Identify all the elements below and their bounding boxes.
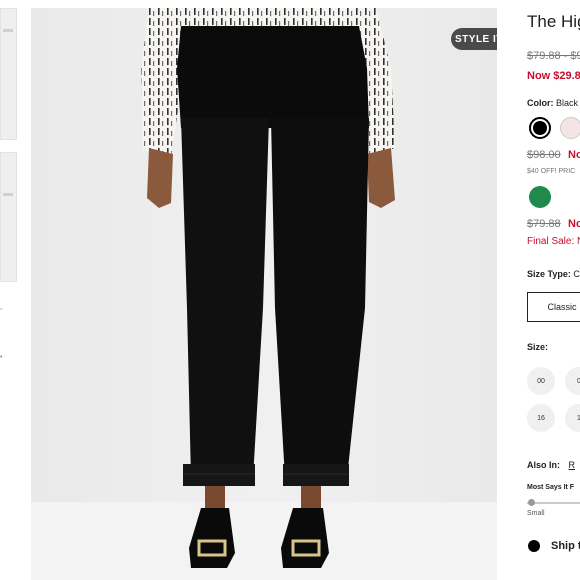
size-type-label: Size Type: xyxy=(527,269,571,279)
swatch-black[interactable] xyxy=(529,117,551,139)
ship-label: Ship t xyxy=(551,540,580,552)
size-type-button-label: Classic xyxy=(547,302,577,312)
price-original: $79.88 - $9 xyxy=(527,50,580,62)
size-option[interactable]: 16 xyxy=(527,404,555,432)
right-hand xyxy=(367,148,395,208)
thumbnail-2[interactable] xyxy=(0,152,17,282)
fit-min-label: Small xyxy=(527,510,545,517)
fit-label: Most Says It F xyxy=(527,484,575,491)
size-option-label: 00 xyxy=(537,377,545,385)
left-hand xyxy=(147,148,173,208)
right-shoe xyxy=(281,508,329,568)
thumbnail-detail xyxy=(3,29,13,32)
color-label: Color: xyxy=(527,98,554,108)
alt2-price-original: $79.88 xyxy=(527,218,561,230)
style-it-label: STYLE IT xyxy=(455,33,497,45)
swatch-green[interactable] xyxy=(529,186,551,208)
promo-text: $40 OFF! PRIC xyxy=(527,168,576,175)
alt2-price-sale: No xyxy=(568,218,580,230)
also-in-label: Also In: xyxy=(527,460,560,470)
color-value: Black xyxy=(556,98,579,108)
alt-price-sale: No xyxy=(568,149,580,161)
alt-price-original: $98.00 xyxy=(527,149,561,161)
price-now: Now $29.8 xyxy=(527,70,580,82)
final-sale-text: Final Sale: N xyxy=(527,236,580,247)
size-option[interactable]: 1 xyxy=(565,404,580,432)
pants-right-leg xyxy=(271,118,369,478)
pants-waist xyxy=(177,26,369,128)
size-option[interactable]: 00 xyxy=(527,367,555,395)
thumbnail-detail xyxy=(3,193,13,196)
color-heading: Color: Black xyxy=(527,98,578,108)
left-shoe xyxy=(189,508,235,568)
model-illustration xyxy=(141,8,395,568)
size-type-heading: Size Type: C xyxy=(527,269,580,279)
thumbnail-1[interactable] xyxy=(0,8,17,140)
size-option-label: 16 xyxy=(537,414,545,422)
size-heading: Size: xyxy=(527,342,548,352)
thumbnail-strip: ▫ • xyxy=(0,0,20,580)
fit-scale-marker xyxy=(528,499,535,506)
product-title: The Hig xyxy=(527,12,580,31)
main-product-image[interactable]: STYLE IT ∨ xyxy=(31,8,497,580)
right-cuff xyxy=(283,464,349,486)
swatch-black-fill xyxy=(533,121,547,135)
swatch-pink[interactable] xyxy=(560,117,580,139)
style-it-button[interactable]: STYLE IT ∨ xyxy=(451,28,497,50)
also-in-link[interactable]: R xyxy=(569,460,576,470)
left-cuff xyxy=(183,464,255,486)
ship-radio[interactable] xyxy=(528,540,540,552)
size-type-classic-button[interactable]: Classic xyxy=(527,292,580,322)
size-option[interactable]: 0 xyxy=(565,367,580,395)
pants-left-leg xyxy=(181,118,269,478)
also-in-heading: Also In: R xyxy=(527,460,575,470)
product-info-panel: The Hig $79.88 - $9 Now $29.8 Color: Bla… xyxy=(527,0,580,580)
thumbnail-video-icon[interactable]: ▫ xyxy=(0,306,2,313)
thumbnail-more-icon[interactable]: • xyxy=(0,354,2,361)
size-label: Size: xyxy=(527,342,549,352)
size-type-value: C xyxy=(573,269,580,279)
